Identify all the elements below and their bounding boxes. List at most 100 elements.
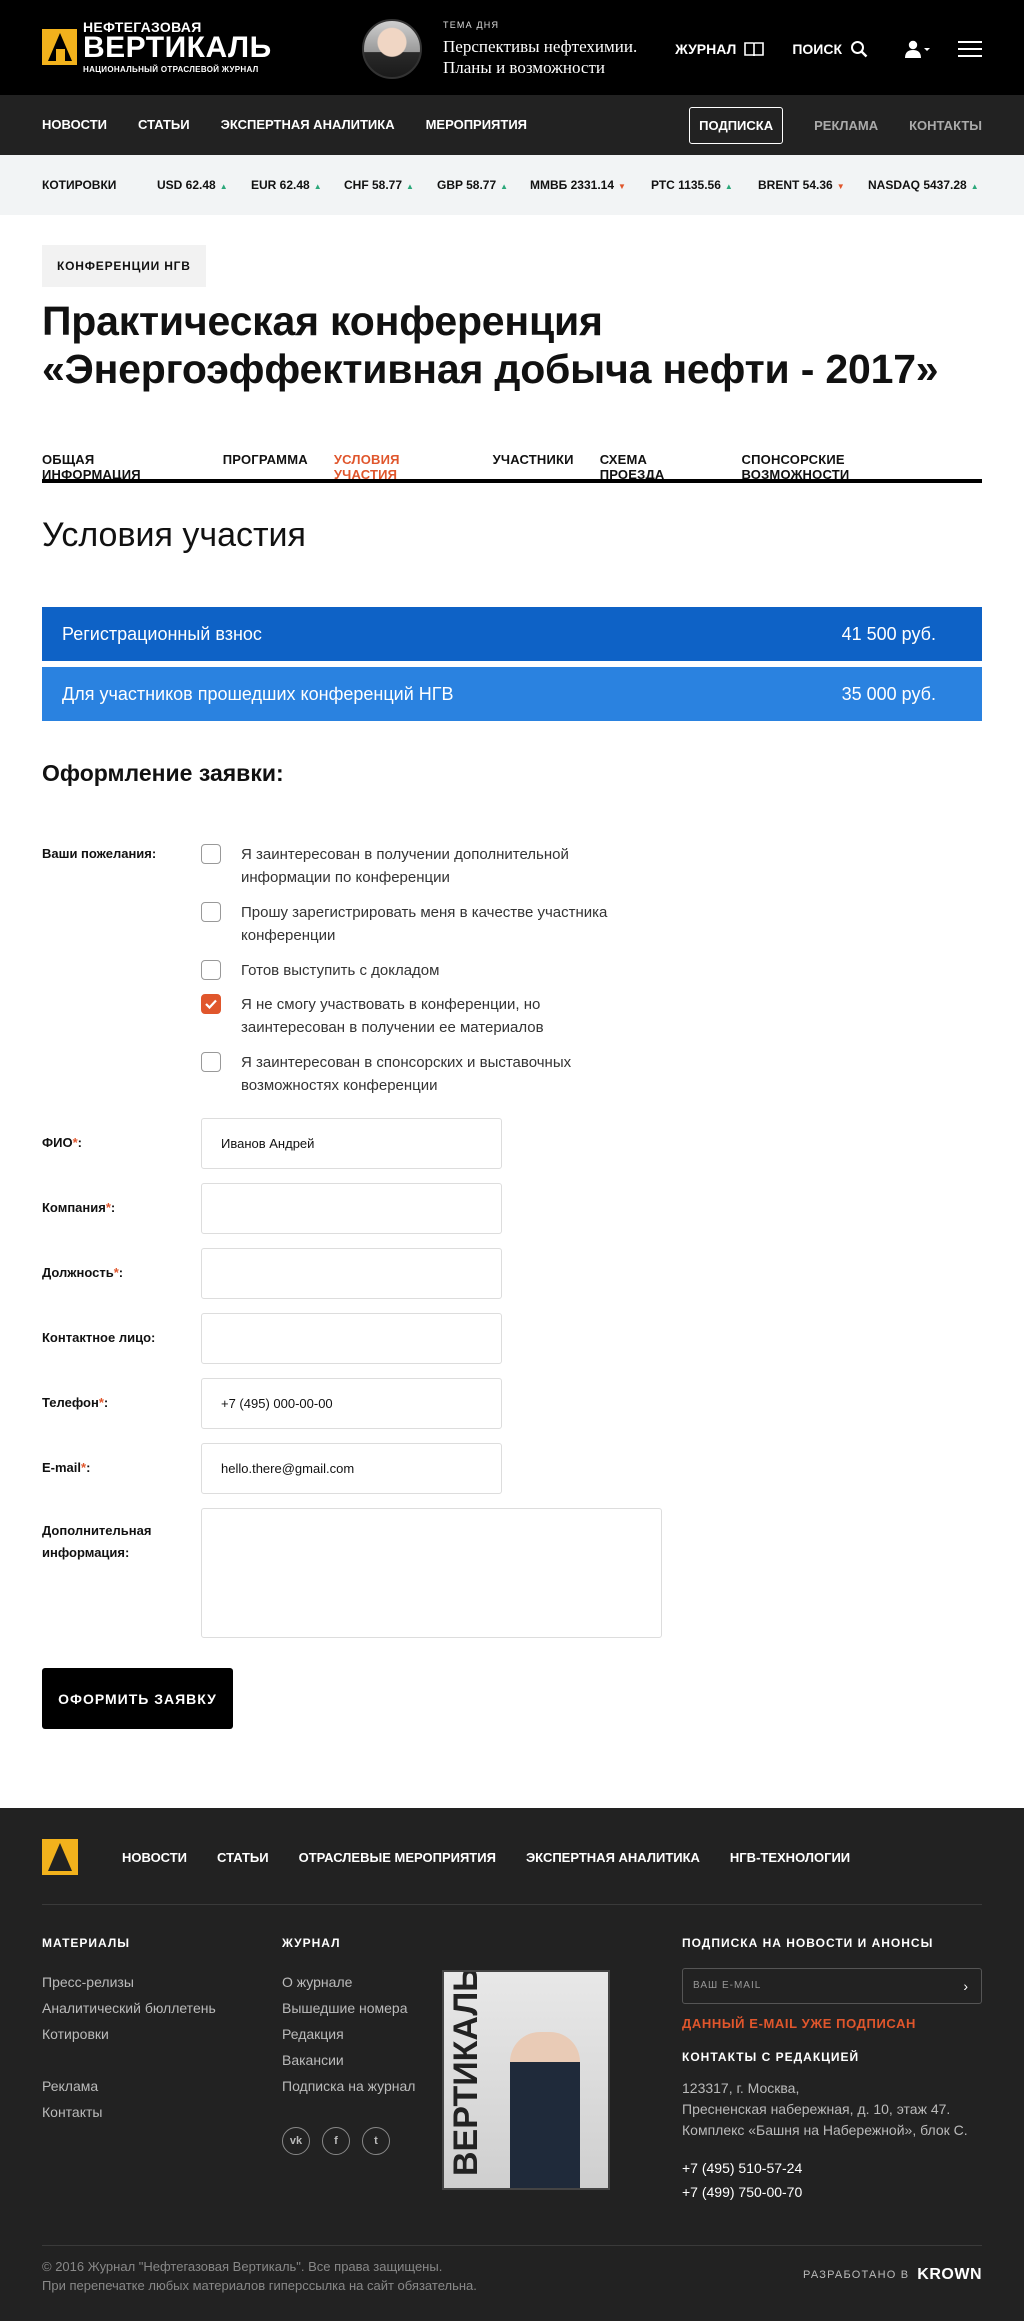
tab-participation-terms[interactable]: УСЛОВИЯ УЧАСТИЯ [334, 452, 467, 482]
checkbox-label: возможностях конференции [241, 1077, 438, 1094]
email-placeholder: ВАШ E-MAIL [693, 1980, 762, 1991]
wish-checkbox-row[interactable]: Я заинтересован в спонсорских и выставоч… [201, 1051, 641, 1097]
magazine-cover[interactable]: ВЕРТИКАЛЬ [442, 1970, 610, 2190]
fullname-input[interactable]: Иванов Андрей [201, 1118, 502, 1169]
submit-application-button[interactable]: ОФОРМИТЬ ЗАЯВКУ [42, 1668, 233, 1729]
position-input[interactable] [201, 1248, 502, 1299]
footer-nav-articles[interactable]: СТАТЬИ [217, 1850, 269, 1865]
footer-link[interactable]: Подписка на журнал [282, 2078, 415, 2094]
wish-checkbox-row[interactable]: Я заинтересован в получении дополнительн… [201, 843, 641, 889]
footer-link[interactable]: Аналитический бюллетень [42, 2000, 216, 2016]
footer-nav-events[interactable]: ОТРАСЛЕВЫЕ МЕРОПРИЯТИЯ [299, 1850, 496, 1865]
footer-nav-technologies[interactable]: НГВ-ТЕХНОЛОГИИ [730, 1850, 850, 1865]
site-footer: НОВОСТИ СТАТЬИ ОТРАСЛЕВЫЕ МЕРОПРИЯТИЯ ЭК… [0, 1808, 1024, 2321]
ticker-item: ММВБ 2331.14 ▼ [530, 178, 626, 192]
wish-checkbox-row[interactable]: Готов выступить с докладом [201, 959, 641, 982]
checkbox[interactable] [201, 1052, 221, 1072]
footer-link[interactable]: Редакция [282, 2026, 344, 2042]
nav-item-news[interactable]: НОВОСТИ [42, 117, 107, 132]
user-menu[interactable] [896, 40, 930, 58]
fee-label: Для участников прошедших конференций НГВ [62, 684, 454, 704]
checkbox[interactable] [201, 902, 221, 922]
nav-item-events[interactable]: МЕРОПРИЯТИЯ [426, 117, 527, 132]
checkbox-label: Я не смогу участвовать в конференции, но [241, 996, 541, 1013]
footer-link[interactable]: Вакансии [282, 2052, 344, 2068]
fee-row: Регистрационный взнос 41 500 руб. [42, 607, 982, 661]
arrow-down-icon: ▼ [836, 182, 845, 191]
tab-program[interactable]: ПРОГРАММА [223, 452, 308, 482]
field-label-fullname: ФИО*: [42, 1135, 82, 1150]
topic-avatar [362, 19, 422, 79]
nav-contacts-link[interactable]: КОНТАКТЫ [909, 118, 982, 133]
arrow-up-icon: ▲ [219, 182, 228, 191]
footer-nav-news[interactable]: НОВОСТИ [122, 1850, 187, 1865]
ticker-item: GBP 58.77 ▲ [437, 178, 509, 192]
checkbox-label: информации по конференции [241, 869, 450, 886]
wish-checkbox-row[interactable]: Я не смогу участвовать в конференции, но… [201, 993, 641, 1039]
ticker-item: NASDAQ 5437.28 ▲ [868, 178, 979, 192]
site-logo[interactable]: НЕФТЕГАЗОВАЯ ВЕРТИКАЛЬ НАЦИОНАЛЬНЫЙ ОТРА… [42, 20, 272, 74]
phone-link[interactable]: +7 (495) 510-57-24 [682, 2160, 802, 2176]
developer-credit[interactable]: РАЗРАБОТАНО В KROWN [803, 2266, 982, 2284]
materials-heading: МАТЕРИАЛЫ [42, 1936, 131, 1950]
checkbox-label: Готов выступить с докладом [241, 962, 440, 979]
fee-row: Для участников прошедших конференций НГВ… [42, 667, 982, 721]
subscribe-heading: ПОДПИСКА НА НОВОСТИ И АНОНСЫ [682, 1936, 934, 1950]
facebook-icon[interactable]: f [322, 2127, 350, 2155]
checkbox-label: конференции [241, 927, 336, 944]
company-input[interactable] [201, 1183, 502, 1234]
checkbox[interactable] [201, 844, 221, 864]
page-title-line1: Практическая конференция [42, 298, 603, 344]
phone-input[interactable]: +7 (495) 000-00-00 [201, 1378, 502, 1429]
developer-logo: KROWN [917, 2266, 982, 2283]
footer-nav-analytics[interactable]: ЭКСПЕРТНАЯ АНАЛИТИКА [526, 1850, 700, 1865]
email-input[interactable]: hello.there@gmail.com [201, 1443, 502, 1494]
footer-link[interactable]: Реклама [42, 2078, 98, 2094]
twitter-icon[interactable]: t [362, 2127, 390, 2155]
checkbox-label: Я заинтересован в получении дополнительн… [241, 846, 569, 863]
wish-checkbox-row[interactable]: Прошу зарегистрировать меня в качестве у… [201, 901, 641, 947]
footer-logo-icon[interactable] [42, 1839, 78, 1875]
journal-link[interactable]: ЖУРНАЛ [675, 41, 765, 57]
subscribe-button[interactable]: ПОДПИСКА [689, 107, 784, 144]
topic-title[interactable]: Перспективы нефтехимии. Планы и возможно… [443, 36, 637, 78]
footer-link[interactable]: Пресс-релизы [42, 1974, 134, 1990]
page: НЕФТЕГАЗОВАЯ ВЕРТИКАЛЬ НАЦИОНАЛЬНЫЙ ОТРА… [0, 0, 1024, 2321]
newsletter-email-input[interactable]: ВАШ E-MAIL › [682, 1968, 982, 2004]
ticker-item: EUR 62.48 ▲ [251, 178, 322, 192]
search-link[interactable]: ПОИСК [792, 40, 868, 58]
footer-link[interactable]: Контакты [42, 2104, 102, 2120]
footer-link[interactable]: О журнале [282, 1974, 352, 1990]
search-icon [851, 41, 868, 58]
contact-person-input[interactable] [201, 1313, 502, 1364]
tab-participants[interactable]: УЧАСТНИКИ [493, 452, 574, 482]
checkbox[interactable] [201, 960, 221, 980]
form-title: Оформление заявки: [42, 760, 284, 786]
book-icon [744, 42, 765, 57]
topic-of-day[interactable]: ТЕМА ДНЯ Перспективы нефтехимии. Планы и… [362, 19, 637, 79]
checkbox-checked[interactable] [201, 994, 221, 1014]
field-label-phone: Телефон*: [42, 1395, 109, 1410]
fee-value: 35 000 руб. [841, 684, 936, 704]
extra-info-textarea[interactable] [201, 1508, 662, 1638]
category-badge[interactable]: КОНФЕРЕНЦИИ НГВ [42, 245, 206, 287]
tab-general-info[interactable]: ОБЩАЯ ИНФОРМАЦИЯ [42, 452, 197, 482]
main-nav: НОВОСТИ СТАТЬИ ЭКСПЕРТНАЯ АНАЛИТИКА МЕРО… [0, 95, 1024, 155]
phone-link[interactable]: +7 (499) 750-00-70 [682, 2184, 802, 2200]
cover-photo [510, 2032, 580, 2188]
nav-item-articles[interactable]: СТАТЬИ [138, 117, 190, 132]
page-title: Практическая конференция «Энергоэффектив… [42, 297, 939, 393]
chevron-right-icon[interactable]: › [963, 1969, 969, 2003]
hamburger-menu-icon[interactable] [958, 36, 982, 62]
footer-link[interactable]: Котировки [42, 2026, 109, 2042]
footer-link[interactable]: Вышедшие номера [282, 2000, 408, 2016]
fee-value: 41 500 руб. [841, 624, 936, 644]
vk-icon[interactable]: vk [282, 2127, 310, 2155]
editorial-address: 123317, г. Москва, Пресненская набережна… [682, 2080, 968, 2138]
tab-directions[interactable]: СХЕМА ПРОЕЗДА [600, 452, 716, 482]
nav-item-analytics[interactable]: ЭКСПЕРТНАЯ АНАЛИТИКА [221, 117, 395, 132]
nav-ads-link[interactable]: РЕКЛАМА [814, 118, 878, 133]
ticker-item: BRENT 54.36 ▼ [758, 178, 845, 192]
tab-sponsorship[interactable]: СПОНСОРСКИЕ ВОЗМОЖНОСТИ [742, 452, 957, 482]
ticker-item: USD 62.48 ▲ [157, 178, 228, 192]
